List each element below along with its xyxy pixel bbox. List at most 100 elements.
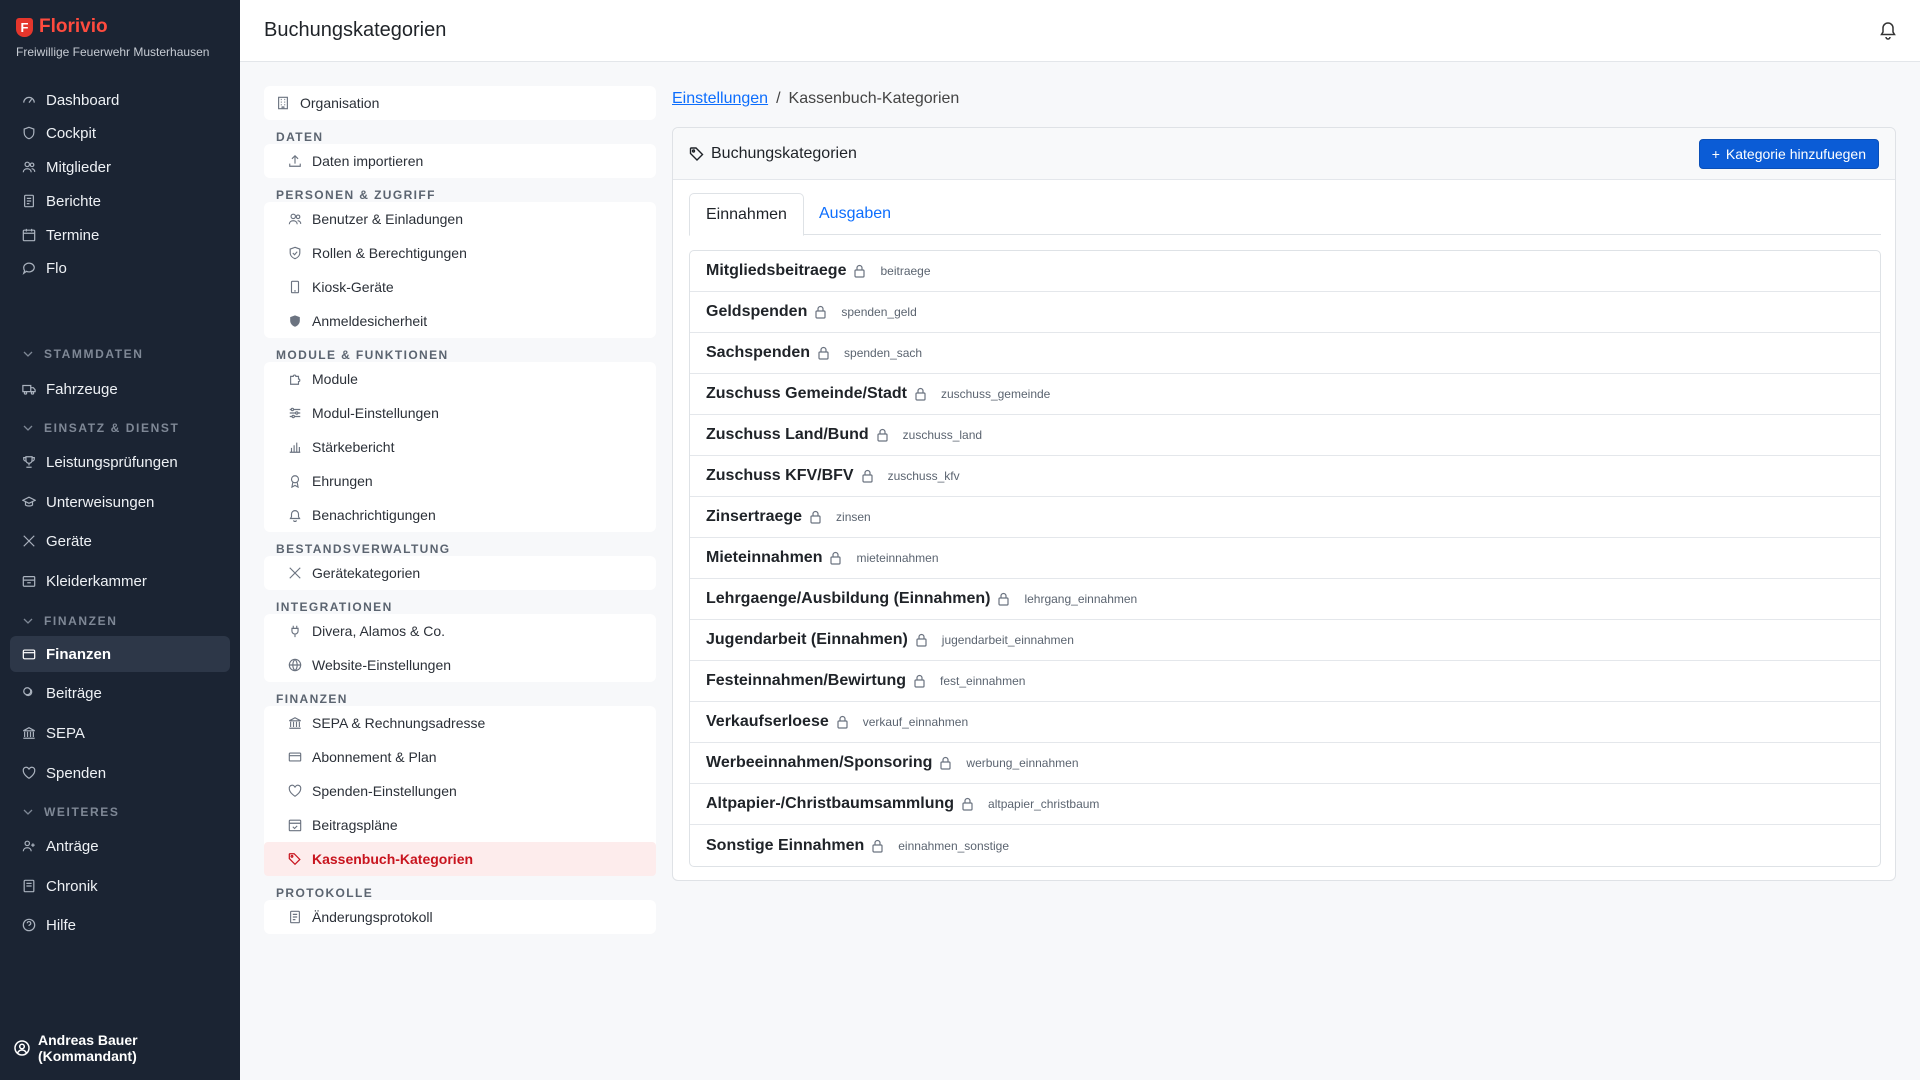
sidebar-item-geraete[interactable]: Geräte bbox=[10, 523, 230, 559]
category-key: lehrgang_einnahmen bbox=[1024, 592, 1138, 606]
nav-section-einsatz[interactable]: EINSATZ & DIENST bbox=[22, 421, 179, 435]
settings-item-divera[interactable]: Divera, Alamos & Co. bbox=[264, 614, 656, 648]
category-row[interactable]: Sachspenden spenden_sach bbox=[690, 333, 1880, 374]
settings-item-benachrichtigungen[interactable]: Benachrichtigungen bbox=[264, 498, 656, 532]
category-row[interactable]: Verkaufserloese verkauf_einnahmen bbox=[690, 702, 1880, 743]
page-title: Buchungskategorien bbox=[264, 19, 447, 41]
settings-group-integrationen: Divera, Alamos & Co. Website-Einstellung… bbox=[264, 614, 656, 682]
sidebar-item-label: Cockpit bbox=[46, 124, 97, 142]
lock-icon bbox=[998, 592, 1010, 606]
sidebar-item-label: Berichte bbox=[46, 192, 102, 210]
sidebar-item-kleiderkammer[interactable]: Kleiderkammer bbox=[10, 563, 230, 599]
gauge-icon bbox=[22, 93, 36, 107]
category-row[interactable]: Zuschuss Land/Bund zuschuss_land bbox=[690, 415, 1880, 456]
lock-icon bbox=[854, 264, 866, 278]
bell-icon[interactable] bbox=[1878, 20, 1898, 40]
sidebar-item-flo[interactable]: Flo bbox=[10, 250, 230, 286]
sidebar-item-termine[interactable]: Termine bbox=[10, 217, 230, 253]
category-key: mieteinnahmen bbox=[856, 551, 939, 565]
nav-section-finanzen[interactable]: FINANZEN bbox=[22, 614, 117, 628]
category-row[interactable]: Lehrgaenge/Ausbildung (Einnahmen) lehrgan… bbox=[690, 579, 1880, 620]
sidebar-item-chronik[interactable]: Chronik bbox=[10, 868, 230, 904]
add-category-button[interactable]: + Kategorie hinzufuegen bbox=[1698, 138, 1879, 169]
sidebar-item-fahrzeuge[interactable]: Fahrzeuge bbox=[10, 371, 230, 407]
settings-item-module[interactable]: Module bbox=[264, 362, 656, 396]
category-key: fest_einnahmen bbox=[940, 674, 1026, 688]
settings-group-finanzen: SEPA & Rechnungsadresse Abonnement & Pla… bbox=[264, 706, 656, 876]
settings-item-geraetekategorien[interactable]: Gerätekategorien bbox=[264, 556, 656, 590]
settings-item-website[interactable]: Website-Einstellungen bbox=[264, 648, 656, 682]
category-key: verkauf_einnahmen bbox=[862, 715, 969, 729]
sidebar-item-mitglieder[interactable]: Mitglieder bbox=[10, 149, 230, 185]
settings-item-benutzer[interactable]: Benutzer & Einladungen bbox=[264, 202, 656, 236]
sidebar-item-hilfe[interactable]: Hilfe bbox=[10, 907, 230, 943]
settings-item-staerkebericht[interactable]: Stärkebericht bbox=[264, 430, 656, 464]
category-row[interactable]: Zuschuss KFV/BFV zuschuss_kfv bbox=[690, 456, 1880, 497]
sidebar-item-spenden[interactable]: Spenden bbox=[10, 755, 230, 791]
category-row[interactable]: Mieteinnahmen mieteinnahmen bbox=[690, 538, 1880, 579]
category-row[interactable]: Altpapier-/Christbaumsammlung altpapier_c… bbox=[690, 784, 1880, 825]
lock-icon bbox=[872, 839, 883, 853]
category-key: werbung_einnahmen bbox=[966, 756, 1079, 770]
category-name: Festeinnahmen/Bewirtung bbox=[706, 672, 907, 689]
settings-item-aenderungsprotokoll[interactable]: Änderungsprotokoll bbox=[264, 900, 656, 934]
category-row[interactable]: Zinsertraege zinsen bbox=[690, 497, 1880, 538]
sidebar-item-label: Kleiderkammer bbox=[46, 572, 147, 590]
settings-item-abonnement[interactable]: Abonnement & Plan bbox=[264, 740, 656, 774]
wallet-icon bbox=[22, 647, 36, 661]
settings-item-kassenbuch-kategorien[interactable]: Kassenbuch-Kategorien bbox=[264, 842, 656, 876]
settings-item-modul-einstellungen[interactable]: Modul-Einstellungen bbox=[264, 396, 656, 430]
settings-item-sepa[interactable]: SEPA & Rechnungsadresse bbox=[264, 706, 656, 740]
settings-item-ehrungen[interactable]: Ehrungen bbox=[264, 464, 656, 498]
settings-heading-protokolle: PROTOKOLLE bbox=[276, 886, 374, 900]
category-row[interactable]: Werbeeinnahmen/Sponsoring werbung_einnahm… bbox=[690, 743, 1880, 784]
category-row[interactable]: Mitgliedsbeitraege beitraege bbox=[690, 251, 1880, 292]
sidebar-item-label: Termine bbox=[46, 226, 100, 244]
chevron-down-icon bbox=[23, 425, 33, 431]
tab-ausgaben[interactable]: Ausgaben bbox=[803, 193, 907, 235]
category-row[interactable]: Sonstige Einnahmen einnahmen_sonstige bbox=[690, 825, 1880, 866]
category-list: Mitgliedsbeitraege beitraege Geldspenden sp… bbox=[689, 250, 1881, 867]
sidebar-item-label: Unterweisungen bbox=[46, 493, 155, 511]
settings-item-beitragsplaene[interactable]: Beitragspläne bbox=[264, 808, 656, 842]
settings-item-anmeldesicherheit[interactable]: Anmeldesicherheit bbox=[264, 304, 656, 338]
settings-item-rollen[interactable]: Rollen & Berechtigungen bbox=[264, 236, 656, 270]
sidebar-item-beitraege[interactable]: Beiträge bbox=[10, 675, 230, 711]
sidebar-item-label: Chronik bbox=[46, 877, 98, 895]
help-icon bbox=[22, 918, 36, 932]
sidebar-item-finanzen[interactable]: Finanzen bbox=[10, 636, 230, 672]
sidebar-item-leistungspruefungen[interactable]: Leistungsprüfungen bbox=[10, 444, 230, 480]
award-icon bbox=[290, 475, 300, 488]
tags-icon bbox=[689, 146, 704, 161]
heart-icon bbox=[22, 766, 36, 780]
journal-icon bbox=[290, 910, 300, 924]
settings-item-organisation[interactable]: Organisation bbox=[264, 86, 656, 120]
shield-icon bbox=[22, 126, 36, 140]
settings-item-spenden[interactable]: Spenden-Einstellungen bbox=[264, 774, 656, 808]
sidebar-item-label: Hilfe bbox=[46, 916, 77, 934]
brand-logo-link[interactable]: F Florivio bbox=[16, 16, 224, 38]
sidebar-item-berichte[interactable]: Berichte bbox=[10, 183, 230, 219]
user-menu[interactable]: Andreas Bauer (Kommandant) bbox=[14, 1032, 240, 1064]
tab-einnahmen[interactable]: Einnahmen bbox=[689, 193, 804, 236]
bank-icon bbox=[22, 726, 36, 740]
sidebar-item-antraege[interactable]: Anträge bbox=[10, 828, 230, 864]
graduation-icon bbox=[22, 495, 36, 509]
sidebar-item-label: Dashboard bbox=[46, 91, 120, 109]
breadcrumb-link-einstellungen[interactable]: Einstellungen bbox=[672, 90, 768, 108]
sidebar-item-unterweisungen[interactable]: Unterweisungen bbox=[10, 484, 230, 520]
sidebar-item-dashboard[interactable]: Dashboard bbox=[10, 82, 230, 118]
settings-item-daten-importieren[interactable]: Daten importieren bbox=[264, 144, 656, 178]
category-row[interactable]: Festeinnahmen/Bewirtung fest_einnahmen bbox=[690, 661, 1880, 702]
category-row[interactable]: Jugendarbeit (Einnahmen) jugendarbeit_ein… bbox=[690, 620, 1880, 661]
category-row[interactable]: Zuschuss Gemeinde/Stadt zuschuss_gemeinde bbox=[690, 374, 1880, 415]
category-tabs: Einnahmen Ausgaben bbox=[689, 193, 1881, 236]
breadcrumb: Einstellungen / Kassenbuch-Kategorien bbox=[672, 90, 959, 108]
nav-section-weiteres[interactable]: WEITERES bbox=[22, 805, 119, 819]
category-name: Mieteinnahmen bbox=[706, 549, 823, 566]
settings-item-kiosk[interactable]: Kiosk-Geräte bbox=[264, 270, 656, 304]
sidebar-item-cockpit[interactable]: Cockpit bbox=[10, 115, 230, 151]
sidebar-item-sepa[interactable]: SEPA bbox=[10, 715, 230, 751]
category-row[interactable]: Geldspenden spenden_geld bbox=[690, 292, 1880, 333]
nav-section-stammdaten[interactable]: STAMMDATEN bbox=[22, 347, 144, 361]
